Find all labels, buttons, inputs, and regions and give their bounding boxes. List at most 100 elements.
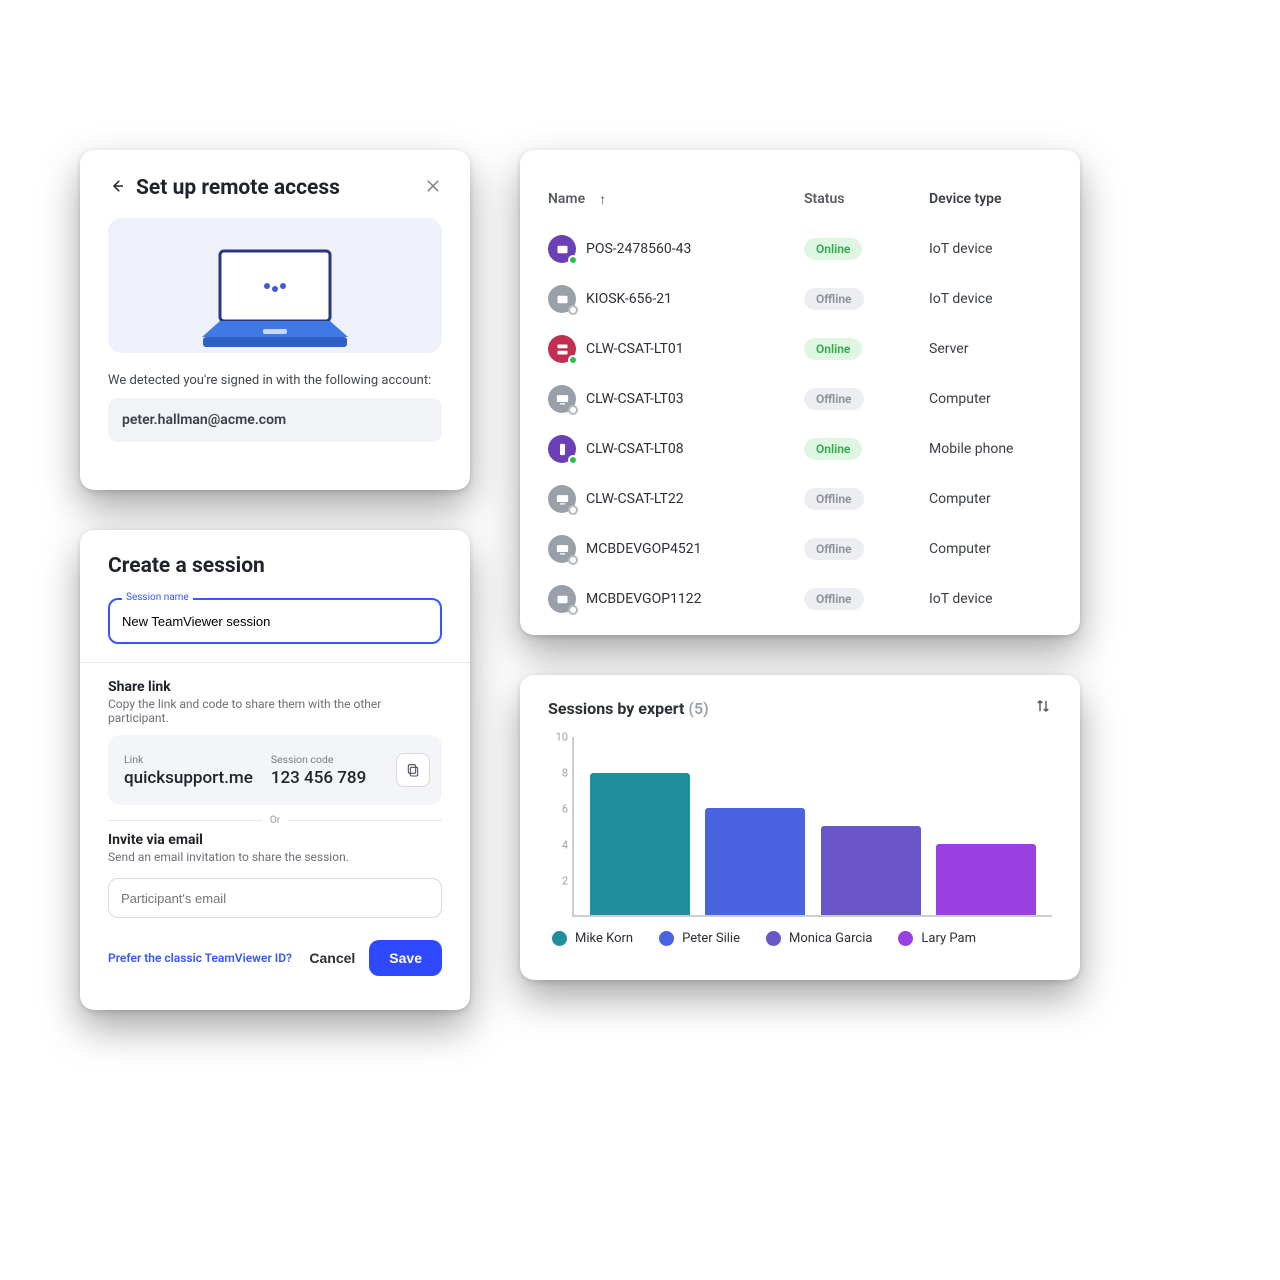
column-header-status[interactable]: Status xyxy=(804,191,929,207)
copy-button[interactable] xyxy=(396,753,430,787)
y-tick: 4 xyxy=(562,839,568,852)
device-icon xyxy=(548,485,576,513)
session-code-value: 123 456 789 xyxy=(271,768,366,788)
legend-item: Mike Korn xyxy=(552,931,633,946)
status-dot-icon xyxy=(568,455,578,465)
device-type: Computer xyxy=(929,541,1049,557)
link-label: Link xyxy=(124,753,253,766)
device-name: CLW-CSAT-LT01 xyxy=(586,341,684,357)
status-dot-icon xyxy=(568,405,578,415)
invite-email-heading: Invite via email xyxy=(108,832,442,848)
table-row[interactable]: MCBDEVGOP1122 Offline IoT device xyxy=(548,574,1052,624)
table-row[interactable]: CLW-CSAT-LT08 Online Mobile phone xyxy=(548,424,1052,474)
status-badge: Online xyxy=(804,338,862,360)
device-name: MCBDEVGOP1122 xyxy=(586,591,702,607)
legend-item: Monica Garcia xyxy=(766,931,872,946)
save-button[interactable]: Save xyxy=(369,940,442,976)
device-type: IoT device xyxy=(929,591,1049,607)
create-session-dialog: Create a session Session name Share link… xyxy=(80,530,470,1010)
device-name: CLW-CSAT-LT08 xyxy=(586,441,684,457)
status-badge: Offline xyxy=(804,538,864,560)
status-badge: Online xyxy=(804,438,862,460)
status-badge: Offline xyxy=(804,488,864,510)
device-type: Server xyxy=(929,341,1049,357)
status-dot-icon xyxy=(568,555,578,565)
session-name-input[interactable] xyxy=(110,600,440,642)
y-tick: 10 xyxy=(556,731,568,744)
chart-bar xyxy=(936,844,1036,915)
chart-title-text: Sessions by expert xyxy=(548,699,684,718)
table-row[interactable]: MCBDEVGOP4521OfflineComputer xyxy=(548,524,1052,574)
status-dot-icon xyxy=(568,355,578,365)
sort-asc-icon: ↑ xyxy=(599,191,606,208)
back-button[interactable] xyxy=(108,177,126,199)
session-code-label: Session code xyxy=(271,753,366,766)
legend-swatch xyxy=(659,931,674,946)
device-icon xyxy=(548,585,576,613)
y-tick: 6 xyxy=(562,803,568,816)
legend-swatch xyxy=(552,931,567,946)
chart-bar xyxy=(590,773,690,915)
account-email: peter.hallman@acme.com xyxy=(108,398,442,442)
status-dot-icon xyxy=(568,505,578,515)
status-dot-icon xyxy=(568,255,578,265)
session-name-label: Session name xyxy=(122,592,193,603)
column-header-type[interactable]: Device type xyxy=(929,191,1049,207)
table-row[interactable]: POS-2478560-43OnlineIoT device xyxy=(548,224,1052,274)
invite-email-description: Send an email invitation to share the se… xyxy=(108,850,442,864)
device-icon xyxy=(548,535,576,563)
device-icon xyxy=(548,235,576,263)
status-dot-icon xyxy=(568,605,578,615)
table-row[interactable]: CLW-CSAT-LT01 Online Server xyxy=(548,324,1052,374)
status-dot-icon xyxy=(568,305,578,315)
status-badge: Online xyxy=(804,238,862,260)
device-type: IoT device xyxy=(929,241,1049,257)
share-link-description: Copy the link and code to share them wit… xyxy=(108,697,442,725)
device-icon xyxy=(548,285,576,313)
status-badge: Offline xyxy=(804,288,864,310)
classic-id-link[interactable]: Prefer the classic TeamViewer ID? xyxy=(108,951,295,965)
sort-icon xyxy=(1034,697,1052,715)
chart-count: (5) xyxy=(688,699,708,718)
table-row[interactable]: CLW-CSAT-LT03OfflineComputer xyxy=(548,374,1052,424)
divider xyxy=(80,662,470,663)
y-tick: 8 xyxy=(562,767,568,780)
remote-dialog-title: Set up remote access xyxy=(136,176,414,200)
legend-swatch xyxy=(766,931,781,946)
remote-access-dialog: Set up remote access We detected you're … xyxy=(80,150,470,490)
detected-account-message: We detected you're signed in with the fo… xyxy=(108,373,442,388)
close-button[interactable] xyxy=(424,177,442,199)
column-header-name[interactable]: Name ↑ xyxy=(548,191,804,208)
device-type: IoT device xyxy=(929,291,1049,307)
legend-swatch xyxy=(898,931,913,946)
sort-toggle-button[interactable] xyxy=(1034,697,1052,719)
device-icon xyxy=(548,435,576,463)
arrow-left-icon xyxy=(108,177,126,195)
table-row[interactable]: KIOSK-656-21 Offline IoT device xyxy=(548,274,1052,324)
or-separator: Or xyxy=(270,815,280,826)
copy-icon xyxy=(405,762,421,778)
session-name-field[interactable]: Session name xyxy=(108,598,442,644)
y-tick: 2 xyxy=(562,875,568,888)
participant-email-input[interactable] xyxy=(108,878,442,918)
column-header-name-label: Name xyxy=(548,191,585,207)
legend-label: Monica Garcia xyxy=(789,931,872,946)
legend-label: Lary Pam xyxy=(921,931,976,946)
share-link-box: Link quicksupport.me Session code 123 45… xyxy=(108,735,442,805)
device-name: CLW-CSAT-LT03 xyxy=(586,391,684,407)
create-session-title: Create a session xyxy=(108,554,442,578)
share-link-heading: Share link xyxy=(108,679,442,695)
table-row[interactable]: CLW-CSAT-LT22OfflineComputer xyxy=(548,474,1052,524)
device-icon xyxy=(548,335,576,363)
chart-bar xyxy=(705,808,805,915)
cancel-button[interactable]: Cancel xyxy=(295,940,369,976)
device-type: Mobile phone xyxy=(929,441,1049,457)
laptop-illustration xyxy=(108,218,442,353)
legend-item: Lary Pam xyxy=(898,931,976,946)
chart-bar xyxy=(821,826,921,915)
device-name: KIOSK-656-21 xyxy=(586,291,672,307)
status-badge: Offline xyxy=(804,588,864,610)
close-icon xyxy=(424,177,442,195)
devices-table: Name ↑ Status Device type POS-2478560-43… xyxy=(520,150,1080,635)
device-type: Computer xyxy=(929,491,1049,507)
